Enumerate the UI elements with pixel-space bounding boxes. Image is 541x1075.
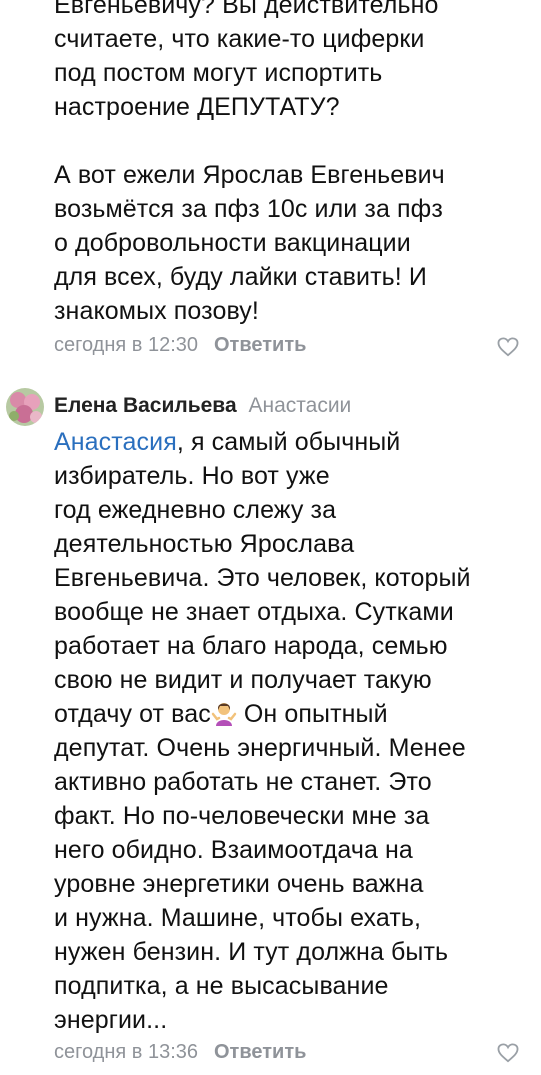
mention-link[interactable]: Анастасия: [54, 428, 177, 456]
comment-1-text: Евгеньевичу? Вы действительно считаете, …: [54, 0, 445, 325]
comment-2: Анастасия, я самый обычный избиратель. Н…: [54, 425, 534, 1037]
reply-to-label[interactable]: Анастасии: [248, 394, 351, 417]
comment-2-like-icon[interactable]: [497, 1043, 519, 1063]
comment-2-text-part1: , я самый обычный избиратель. Но вот уже…: [54, 428, 471, 728]
comment-1-like-icon[interactable]: [497, 337, 519, 357]
comment-2-text: Анастасия, я самый обычный избиратель. Н…: [54, 425, 534, 1037]
person-shrugging-emoji-icon: [211, 703, 237, 726]
comment-2-text-part2: Он опытный депутат. Очень энергичный. Ме…: [54, 700, 466, 1034]
comment-1-reply-button[interactable]: Ответить: [214, 334, 306, 357]
comment-1-time: сегодня в 12:30: [54, 334, 198, 356]
author-avatar[interactable]: [6, 388, 44, 426]
comment-2-time: сегодня в 13:36: [54, 1041, 198, 1063]
author-name[interactable]: Елена Васильева: [54, 394, 237, 417]
flowers-avatar-icon: [6, 388, 44, 426]
comment-2-meta: сегодня в 13:36 Ответить: [54, 1041, 306, 1064]
comment-2-reply-button[interactable]: Ответить: [214, 1041, 306, 1064]
comment-1: Евгеньевичу? Вы действительно считаете, …: [54, 0, 534, 328]
comment-1-meta: сегодня в 12:30 Ответить: [54, 334, 306, 357]
comment-2-header: Елена Васильева Анастасии: [54, 391, 351, 421]
